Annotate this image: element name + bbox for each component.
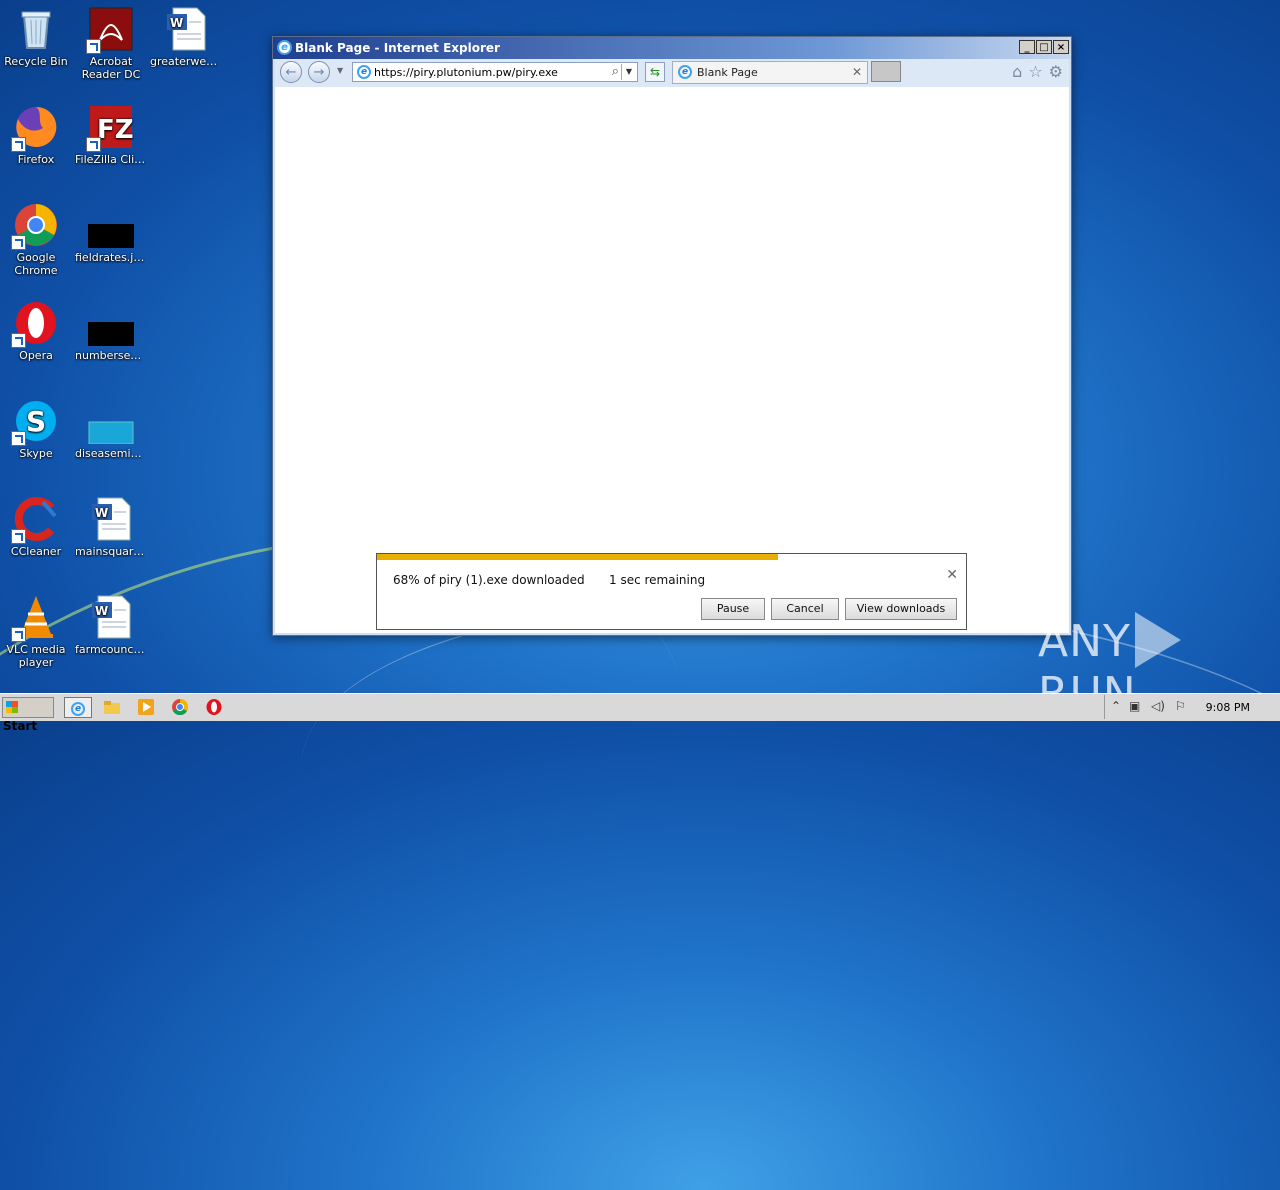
image-file-icon	[88, 202, 134, 248]
taskbar-opera[interactable]	[200, 697, 228, 718]
download-message: 68% of piry (1).exe downloaded	[393, 573, 585, 587]
word-doc-icon: W	[88, 496, 134, 542]
network-icon[interactable]: ▣	[1129, 699, 1140, 713]
volume-icon[interactable]: ◁)	[1151, 699, 1165, 713]
vlc-icon	[11, 594, 59, 642]
download-time-remaining: 1 sec remaining	[609, 573, 706, 587]
settings-gear-icon[interactable]: ⚙	[1049, 62, 1063, 81]
tab-label: Blank Page	[697, 66, 758, 79]
opera-icon	[11, 300, 59, 348]
forward-button[interactable]: →	[308, 61, 330, 83]
back-button[interactable]: ←	[280, 61, 302, 83]
favorites-star-icon[interactable]: ☆	[1028, 62, 1042, 81]
history-dropdown-icon[interactable]: ▼	[337, 66, 343, 75]
new-tab-button[interactable]	[871, 61, 901, 82]
maximize-button[interactable]: □	[1036, 40, 1052, 54]
view-downloads-button[interactable]: View downloads	[845, 598, 957, 620]
tab-ie-icon: e	[678, 65, 692, 79]
svg-text:W: W	[170, 16, 183, 30]
ccleaner-icon	[11, 496, 59, 544]
page-ie-icon: e	[357, 65, 371, 79]
desktop-icon-skype[interactable]: S Skype	[0, 398, 72, 460]
download-progress-bar	[377, 554, 778, 560]
desktop-icon-chrome[interactable]: Google Chrome	[0, 202, 72, 277]
ie-logo-icon: e	[277, 40, 292, 55]
svg-text:S: S	[26, 405, 46, 438]
clock[interactable]: 9:08 PM	[1206, 701, 1250, 714]
arrow-right-icon: →	[313, 65, 325, 80]
taskbar: Start e ⌃ ▣ ◁) ⚐ 9:08 PM	[0, 693, 1280, 733]
refresh-button[interactable]: ⇆	[645, 62, 665, 82]
close-button[interactable]: ×	[1053, 40, 1069, 54]
desktop-icon-mainsquare[interactable]: W mainsquare.rtf	[75, 496, 147, 558]
skype-icon: S	[11, 398, 59, 446]
play-logo-icon	[1134, 612, 1181, 668]
desktop-icon-greaterwee[interactable]: W greaterwee...	[150, 6, 222, 68]
ie-window: e Blank Page - Internet Explorer _ □ × ←…	[272, 36, 1072, 636]
svg-text:W: W	[95, 506, 108, 520]
windows-logo-icon	[6, 701, 18, 713]
folder-icon	[104, 701, 120, 714]
download-notification: 68% of piry (1).exe downloaded 1 sec rem…	[376, 553, 967, 630]
word-doc-icon: W	[163, 6, 209, 52]
desktop-icon-ccleaner[interactable]: CCleaner	[0, 496, 72, 558]
filezilla-icon: FZ	[86, 104, 134, 152]
desktop-icon-numbersex[interactable]: numbersex...	[75, 300, 147, 362]
desktop-icon-filezilla[interactable]: FZ FileZilla Client	[75, 104, 147, 166]
refresh-icon: ⇆	[649, 65, 661, 79]
firefox-icon	[11, 104, 59, 152]
desktop-icon-diseasemini[interactable]: diseasemini....	[75, 398, 147, 460]
desktop-icon-acrobat[interactable]: Acrobat Reader DC	[75, 6, 147, 81]
arrow-left-icon: ←	[285, 65, 297, 80]
acrobat-icon	[86, 6, 134, 54]
image-file-icon	[88, 398, 134, 445]
taskbar-ie[interactable]: e	[64, 697, 92, 718]
ie-icon: e	[71, 702, 85, 716]
desktop-icon-recycle-bin[interactable]: Recycle Bin	[0, 6, 72, 68]
show-hidden-icons-icon[interactable]: ⌃	[1111, 699, 1121, 713]
svg-text:W: W	[95, 604, 108, 618]
minimize-button[interactable]: _	[1019, 40, 1035, 54]
window-title: Blank Page - Internet Explorer	[295, 41, 500, 55]
svg-text:FZ: FZ	[97, 115, 134, 145]
watermark-left: ANY	[1038, 616, 1131, 667]
tab-close-icon[interactable]: ✕	[852, 65, 862, 79]
chrome-icon	[11, 202, 59, 250]
desktop-icon-firefox[interactable]: Firefox	[0, 104, 72, 166]
action-center-flag-icon[interactable]: ⚐	[1175, 699, 1186, 713]
cancel-button[interactable]: Cancel	[771, 598, 839, 620]
pause-button[interactable]: Pause	[701, 598, 765, 620]
tab-blank-page[interactable]: e Blank Page ✕	[672, 61, 868, 84]
system-tray: ⌃ ▣ ◁) ⚐ 9:08 PM	[1104, 695, 1280, 719]
title-bar[interactable]: e Blank Page - Internet Explorer _ □ ×	[273, 37, 1071, 59]
page-content	[275, 87, 1069, 633]
desktop-icon-opera[interactable]: Opera	[0, 300, 72, 362]
taskbar-chrome[interactable]	[166, 697, 194, 718]
home-icon[interactable]: ⌂	[1012, 62, 1022, 81]
media-player-icon	[138, 699, 154, 715]
desktop-icon-farmcouncil[interactable]: W farmcouncil.rtf	[75, 594, 147, 656]
start-label: Start	[3, 719, 38, 733]
address-bar[interactable]: e https://piry.plutonium.pw/piry.exe ⌕ ▼	[352, 62, 638, 82]
desktop-icon-fieldrates[interactable]: fieldrates.jpg	[75, 202, 147, 264]
search-icon[interactable]: ⌕	[612, 64, 619, 79]
close-icon[interactable]: ✕	[946, 567, 958, 583]
address-url[interactable]: https://piry.plutonium.pw/piry.exe	[374, 66, 558, 79]
window-controls: _ □ ×	[1019, 40, 1069, 54]
opera-icon	[206, 699, 222, 715]
chrome-icon	[172, 698, 189, 716]
word-doc-icon: W	[88, 594, 134, 640]
taskbar-explorer[interactable]	[98, 697, 126, 718]
taskbar-media-player[interactable]	[132, 697, 160, 718]
recycle-bin-icon	[13, 6, 59, 52]
start-button[interactable]: Start	[2, 697, 54, 733]
image-file-icon	[88, 300, 134, 346]
navigation-bar: ← → ▼ e https://piry.plutonium.pw/piry.e…	[275, 59, 1069, 87]
toolbar-icons: ⌂ ☆ ⚙	[1012, 62, 1063, 81]
address-dropdown-icon[interactable]: ▼	[621, 64, 636, 80]
desktop-icon-vlc[interactable]: VLC media player	[0, 594, 72, 669]
